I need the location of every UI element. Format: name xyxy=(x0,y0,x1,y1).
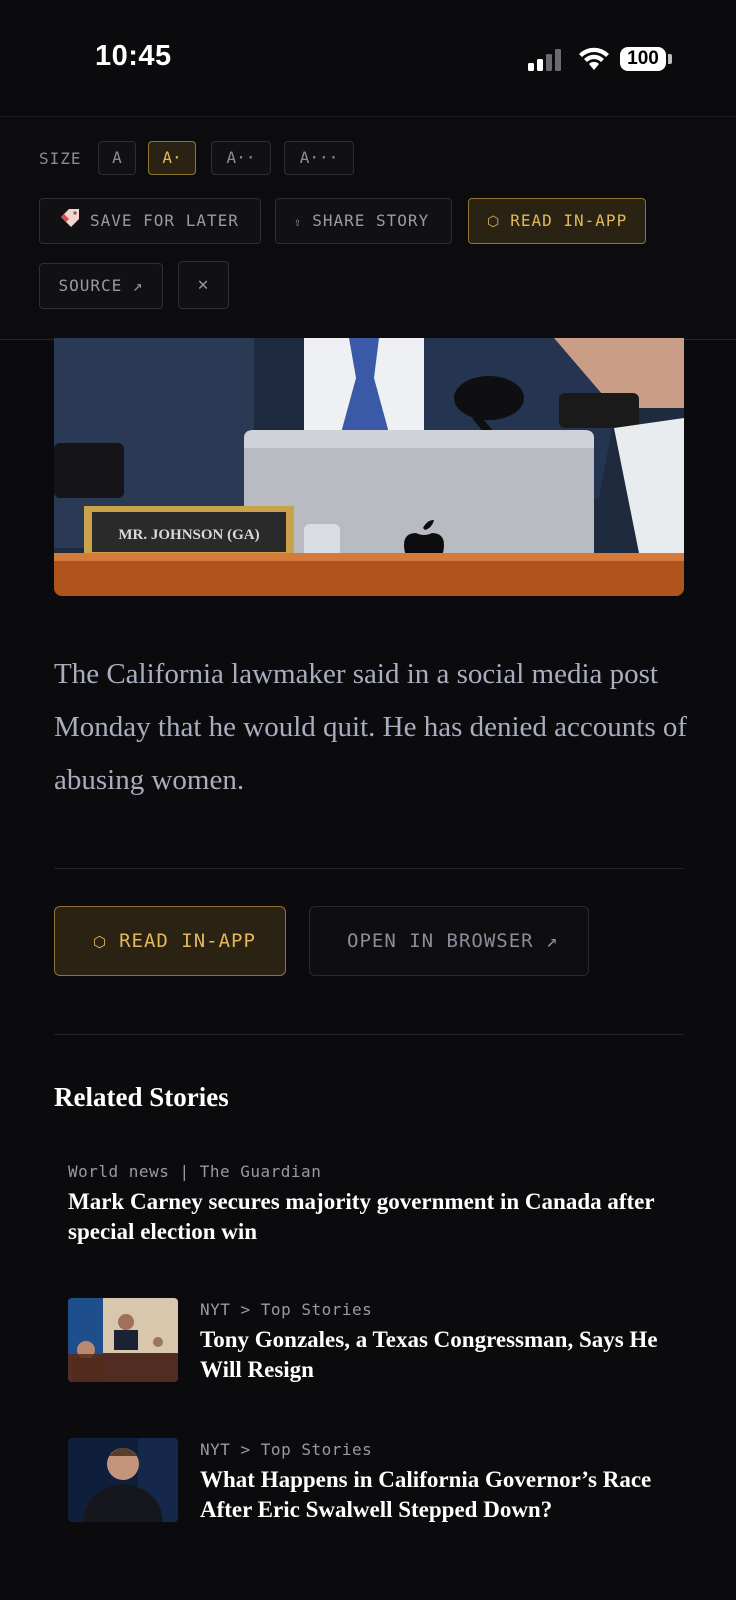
status-time: 10:45 xyxy=(95,40,172,72)
share-story-button[interactable]: ⇪ SHARE STORY xyxy=(275,198,452,244)
bookmark-tag-icon xyxy=(58,199,80,243)
status-bar: 10:45 100 xyxy=(0,0,736,116)
close-icon: ✕ xyxy=(197,274,210,295)
divider-bottom xyxy=(54,1034,684,1035)
hexagon-icon: ⬡ xyxy=(93,933,108,951)
story-source: World news | The Guardian xyxy=(68,1162,322,1181)
source-button[interactable]: SOURCE ↗ xyxy=(39,263,163,309)
article-dek: The California lawmaker said in a social… xyxy=(54,658,688,796)
share-story-label: SHARE STORY xyxy=(312,211,430,230)
related-story-1[interactable]: World news | The Guardian Mark Carney se… xyxy=(68,1162,678,1247)
read-in-app-button[interactable]: ⬡ READ IN-APP xyxy=(54,906,286,976)
read-in-app-toolbar-label: READ IN-APP xyxy=(510,211,628,230)
hexagon-icon: ⬡ xyxy=(487,214,501,230)
read-in-app-label: READ IN-APP xyxy=(119,930,256,952)
size-label: SIZE xyxy=(39,149,82,168)
story-thumbnail-image xyxy=(68,1438,178,1522)
open-in-browser-label: OPEN IN BROWSER ↗ xyxy=(347,930,559,952)
story-thumbnail xyxy=(68,1298,178,1382)
story-thumbnail-image xyxy=(68,1298,178,1382)
story-source: NYT > Top Stories xyxy=(200,1300,373,1319)
nameplate-text: MR. JOHNSON (GA) xyxy=(118,527,259,543)
hero-image: MR. JOHNSON (GA) xyxy=(54,338,684,596)
save-for-later-button[interactable]: SAVE FOR LATER xyxy=(39,198,261,244)
size-option-small[interactable]: A xyxy=(98,141,136,175)
related-stories-heading: Related Stories xyxy=(54,1082,229,1112)
story-headline: Tony Gonzales, a Texas Congressman, Says… xyxy=(200,1327,658,1382)
share-icon: ⇪ xyxy=(294,215,303,229)
story-headline: Mark Carney secures majority government … xyxy=(68,1189,655,1244)
story-thumbnail xyxy=(68,1438,178,1522)
close-button[interactable]: ✕ xyxy=(178,261,229,309)
related-story-3[interactable]: NYT > Top Stories What Happens in Califo… xyxy=(200,1440,670,1525)
wifi-icon xyxy=(579,47,609,70)
save-for-later-label: SAVE FOR LATER xyxy=(90,211,239,230)
related-story-2[interactable]: NYT > Top Stories Tony Gonzales, a Texas… xyxy=(200,1300,670,1385)
cellular-signal-icon xyxy=(528,49,561,71)
size-option-xlarge[interactable]: A··· xyxy=(284,141,354,175)
hero-illustration: MR. JOHNSON (GA) xyxy=(54,338,684,596)
battery-indicator: 100 xyxy=(620,47,666,71)
story-source: NYT > Top Stories xyxy=(200,1440,373,1459)
battery-nub xyxy=(668,54,672,64)
divider-top xyxy=(54,868,684,869)
read-in-app-toolbar-button[interactable]: ⬡ READ IN-APP xyxy=(468,198,646,244)
reader-toolbar: SIZE A A· A·· A··· SAVE FOR LATER ⇪ SHARE… xyxy=(0,116,736,340)
size-option-medium[interactable]: A· xyxy=(148,141,196,175)
story-headline: What Happens in California Governor’s Ra… xyxy=(200,1467,652,1522)
size-option-large[interactable]: A·· xyxy=(211,141,271,175)
open-in-browser-button[interactable]: OPEN IN BROWSER ↗ xyxy=(309,906,589,976)
